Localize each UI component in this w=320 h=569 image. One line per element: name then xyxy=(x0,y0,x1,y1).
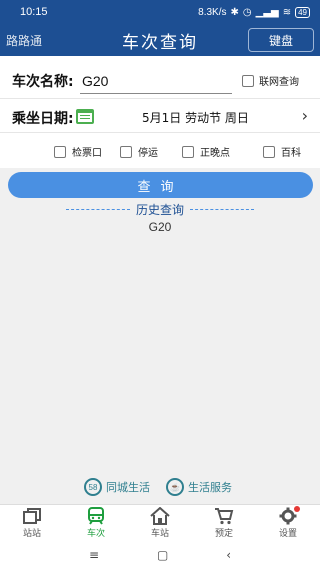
checkbox-box[interactable] xyxy=(54,145,66,158)
option-label: 检票口 xyxy=(72,148,102,159)
tab-station[interactable]: 车站 xyxy=(128,507,192,541)
link-label: 生活服务 xyxy=(188,481,232,494)
options-row: 检票口 停运 正晚点 百科 xyxy=(0,136,320,164)
title-bar: 路路通 车次查询 键盘 xyxy=(0,24,320,56)
notification-dot xyxy=(294,506,300,512)
option-ticket-gate[interactable]: 检票口 xyxy=(54,144,102,159)
online-query-label: 联网查询 xyxy=(259,77,299,88)
train-label: 车次名称: xyxy=(12,74,74,90)
date-label: 乘坐日期: xyxy=(12,111,74,127)
tab-label: 车站 xyxy=(150,529,169,539)
link-label: 同城生活 xyxy=(106,481,150,494)
checkbox-box[interactable] xyxy=(182,145,194,158)
online-query-checkbox[interactable]: 联网查询 xyxy=(242,73,299,88)
cart-icon xyxy=(214,507,234,525)
tab-station-to-station[interactable]: 站站 xyxy=(0,507,64,541)
system-nav-bar: ≡ ▢ ‹ xyxy=(0,540,320,569)
train-number-input[interactable] xyxy=(80,68,232,94)
tab-label: 车次 xyxy=(86,529,105,539)
menu-nav-icon[interactable]: ≡ xyxy=(89,548,99,562)
option-encyclopedia[interactable]: 百科 xyxy=(263,144,301,159)
signal-icon: ▁▃▅ xyxy=(255,6,279,18)
option-suspended[interactable]: 停运 xyxy=(120,144,158,159)
wifi-icon: ≋ xyxy=(282,6,292,18)
bluetooth-icon: ✱ xyxy=(230,6,239,18)
app-brand: 路路通 xyxy=(6,33,43,48)
bottom-tab-bar: 站站 车次 车站 预定 设置 xyxy=(0,504,320,540)
search-button[interactable]: 查询 xyxy=(8,172,313,198)
station-house-icon xyxy=(150,507,170,525)
chevron-right-icon[interactable]: › xyxy=(302,106,308,125)
service-links: 58 同城生活 ☕ 生活服务 xyxy=(0,476,320,496)
station-to-station-icon xyxy=(22,507,42,525)
date-value[interactable]: 5月1日 劳动节 周日 xyxy=(142,109,249,126)
coffee-cup-icon: ☕ xyxy=(166,478,184,496)
home-nav-icon[interactable]: ▢ xyxy=(157,548,168,562)
history-title: 历史查询 xyxy=(135,202,184,217)
divider xyxy=(190,208,254,210)
battery-indicator: 49 xyxy=(295,6,310,18)
divider xyxy=(65,208,130,210)
option-label: 正晚点 xyxy=(200,148,230,159)
alarm-icon: ◷ xyxy=(242,6,252,18)
keyboard-button[interactable]: 键盘 xyxy=(248,28,314,52)
option-label: 停运 xyxy=(138,148,158,159)
tab-label: 设置 xyxy=(278,529,297,539)
tab-train[interactable]: 车次 xyxy=(64,507,128,541)
date-row[interactable]: 乘坐日期: 5月1日 劳动节 周日 › xyxy=(0,102,320,130)
checkbox-box[interactable] xyxy=(242,74,254,87)
tab-label: 预定 xyxy=(214,529,233,539)
query-form: 车次名称: 联网查询 乘坐日期: 5月1日 劳动节 周日 › 检票口 停运 正晚… xyxy=(0,56,320,168)
status-icons: 8.3K/s ✱ ◷ ▁▃▅ ≋ 49 xyxy=(198,6,310,18)
calendar-icon[interactable] xyxy=(76,109,94,124)
tab-label: 站站 xyxy=(22,529,41,539)
option-delay[interactable]: 正晚点 xyxy=(182,144,230,159)
status-bar: 10:15 8.3K/s ✱ ◷ ▁▃▅ ≋ 49 xyxy=(0,0,320,24)
tab-settings[interactable]: 设置 xyxy=(256,506,320,541)
divider xyxy=(0,132,320,133)
checkbox-box[interactable] xyxy=(263,145,275,158)
checkbox-box[interactable] xyxy=(120,145,132,158)
train-icon xyxy=(86,507,106,525)
back-nav-icon[interactable]: ‹ xyxy=(226,548,231,562)
history-item[interactable]: G20 xyxy=(0,220,320,234)
link-life-service[interactable]: ☕ 生活服务 xyxy=(166,478,232,496)
gear-icon xyxy=(278,506,300,525)
status-time: 10:15 xyxy=(20,6,48,18)
58-logo-icon: 58 xyxy=(84,478,102,496)
train-row: 车次名称: 联网查询 xyxy=(0,66,320,96)
link-58-city[interactable]: 58 同城生活 xyxy=(84,478,150,496)
option-label: 百科 xyxy=(281,148,301,159)
divider xyxy=(0,98,320,99)
tab-booking[interactable]: 预定 xyxy=(192,507,256,541)
net-speed: 8.3K/s xyxy=(198,6,227,18)
history-header: 历史查询 xyxy=(0,200,320,218)
